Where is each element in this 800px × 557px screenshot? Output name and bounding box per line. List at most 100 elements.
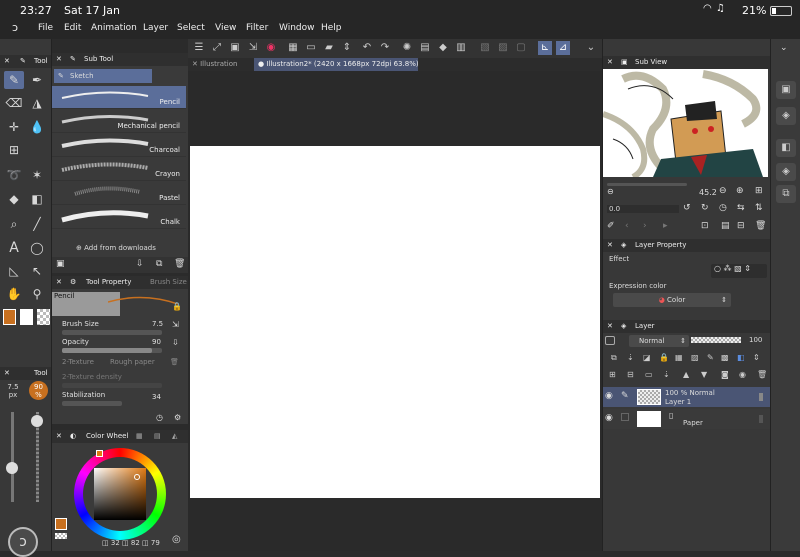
stepper-icon[interactable]: ⇕	[340, 41, 354, 55]
next-icon[interactable]: ›	[643, 221, 647, 231]
menu-icon[interactable]: ☰	[192, 41, 206, 55]
layer-row-paper[interactable]: ◉ ▯ Paper	[603, 409, 770, 429]
redo-icon[interactable]: ↷	[378, 41, 392, 55]
effect-buttons[interactable]: ○ ⁂ ▧ ⇕	[711, 264, 767, 278]
new-folder-icon[interactable]: ▭	[645, 370, 653, 379]
panel-close-icon[interactable]: ✕	[4, 369, 10, 377]
hand-icon[interactable]: ✋	[4, 285, 24, 303]
layer-mode-icon[interactable]	[605, 336, 615, 345]
panel-close-icon[interactable]: ✕	[607, 58, 613, 66]
transparent-swatch[interactable]	[55, 533, 67, 539]
subtool-menu-icon[interactable]: ▣	[56, 259, 65, 269]
panel-close-icon[interactable]: ✕	[607, 322, 613, 330]
size-slider-handle[interactable]	[6, 462, 18, 474]
layer-opacity-slider[interactable]	[691, 337, 741, 343]
more-icon[interactable]: ⇕	[753, 353, 760, 362]
checker-icon[interactable]: ▩	[721, 353, 729, 362]
menu-edit[interactable]: Edit	[64, 23, 81, 33]
opacity-indicator[interactable]: 90%	[29, 381, 48, 400]
zoom-out-icon[interactable]: ⊖	[607, 187, 614, 196]
export-icon[interactable]: ⇲	[246, 41, 260, 55]
frame-icon[interactable]: ◺	[4, 262, 24, 280]
brush-item[interactable]: Chalk	[52, 206, 186, 229]
move-down-icon[interactable]: ▼	[701, 370, 707, 379]
new-vector-icon[interactable]: ⊟	[627, 370, 634, 379]
sub-color-swatch[interactable]	[20, 309, 33, 325]
brush-size-indicator[interactable]: 7.5 px	[4, 383, 22, 399]
app-logo-icon[interactable]: ↄ	[12, 21, 18, 34]
reset-rotation-icon[interactable]: ◷	[719, 203, 727, 213]
menu-file[interactable]: File	[38, 23, 53, 33]
eyedropper-icon[interactable]: ✐	[607, 221, 615, 231]
tab-illustration2[interactable]: ● Illustration2* (2420 x 1668px 72dpi 63…	[254, 58, 418, 71]
brush-item[interactable]: Pencil	[52, 86, 186, 109]
reference-icon[interactable]: ◪	[643, 353, 651, 362]
navigator-dock-icon[interactable]: ◈	[776, 107, 796, 125]
flip-vertical-icon[interactable]: ⇅	[755, 203, 763, 213]
new-icon[interactable]: ▣	[228, 41, 242, 55]
ink-pen-icon[interactable]: ✒	[27, 71, 47, 89]
fit-view-icon[interactable]: ⊞	[755, 186, 763, 196]
zoom-icon[interactable]: ⌕	[4, 215, 24, 233]
color-history-tab[interactable]: ◭	[172, 430, 177, 443]
settings-icon[interactable]: ⚙	[174, 413, 181, 422]
new-raster-layer-icon[interactable]: ⧉	[611, 353, 617, 363]
color-slider-tab[interactable]: ▤	[154, 430, 161, 443]
panel-close-icon[interactable]: ✕	[56, 278, 62, 286]
eye-icon[interactable]: ◉	[605, 413, 613, 423]
line-icon[interactable]: ╱	[27, 215, 47, 233]
import-image-icon[interactable]: ⊡	[701, 221, 709, 231]
clip-icon[interactable]: ⇣	[627, 353, 634, 362]
layer-property-dock-icon[interactable]: ◧	[776, 139, 796, 157]
stack-dock-icon[interactable]: ⧉	[776, 185, 796, 203]
brush-item[interactable]: Pastel	[52, 182, 186, 205]
eraser-icon[interactable]: ⌫	[4, 94, 24, 112]
loading-icon[interactable]: ✺	[400, 41, 414, 55]
crop-icon[interactable]: ▥	[454, 41, 468, 55]
subview-angle[interactable]: 0.0	[607, 205, 679, 213]
mask-add-icon[interactable]: ◙	[721, 370, 729, 379]
brush-size-row[interactable]: Brush Size 7.5 ⇲	[52, 320, 186, 335]
move-up-icon[interactable]: ▲	[683, 370, 689, 379]
expression-color-select[interactable]: ◕ Color ⇕	[613, 293, 731, 307]
panel-close-icon[interactable]: ✕	[607, 241, 613, 249]
subview-dock-icon[interactable]: ▣	[776, 81, 796, 99]
menu-window[interactable]: Window	[279, 23, 315, 33]
perspective-icon[interactable]: ⊿	[556, 41, 570, 55]
drag-handle-icon[interactable]	[759, 415, 763, 423]
new-layer-icon[interactable]: ⊞	[609, 370, 616, 379]
opacity-slider-handle[interactable]	[31, 415, 43, 427]
subview-preview[interactable]	[603, 69, 768, 177]
size-slider-track[interactable]	[11, 412, 14, 502]
trash-icon[interactable]: 🗑	[170, 358, 179, 366]
lock-icon[interactable]: 🔒	[172, 302, 182, 311]
blend-icon[interactable]: 💧	[27, 118, 47, 136]
snap-icon[interactable]: ▨	[496, 41, 510, 55]
panel-close-icon[interactable]: ✕	[56, 55, 62, 63]
collapse-icon[interactable]: ⌄	[780, 43, 788, 53]
menu-view[interactable]: View	[215, 23, 236, 33]
main-color-swatch[interactable]	[3, 309, 16, 325]
fit-icon[interactable]: ⤢	[210, 41, 224, 55]
menu-help[interactable]: Help	[321, 23, 342, 33]
subtool-group-tab[interactable]: ✎ Sketch	[54, 69, 152, 83]
modifier-key-icon[interactable]: ↄ	[8, 527, 38, 557]
eyedropper-icon[interactable]: ⚲	[27, 285, 47, 303]
layer-row-layer1[interactable]: ◉ ✎ 100 % Normal Layer 1	[603, 387, 770, 407]
trash-icon[interactable]: 🗑	[174, 259, 185, 269]
add-from-downloads-button[interactable]: ⊕ Add from downloads	[76, 244, 156, 252]
transparent-lock-icon[interactable]: ▦	[675, 353, 683, 362]
transform-icon[interactable]: ▤	[418, 41, 432, 55]
menu-filter[interactable]: Filter	[246, 23, 268, 33]
navigation-icon[interactable]: ▸	[663, 221, 668, 231]
stabilization-slider[interactable]	[62, 401, 122, 406]
clock-icon[interactable]: ◷	[156, 413, 163, 422]
opacity-row[interactable]: Opacity 90 ⇩	[52, 338, 186, 353]
fill-icon[interactable]: ◆	[436, 41, 450, 55]
brush-item[interactable]: Charcoal	[52, 134, 186, 157]
trash-icon[interactable]: 🗑	[757, 370, 767, 379]
drag-handle-icon[interactable]	[759, 393, 763, 401]
draft-icon[interactable]: ✎	[707, 353, 714, 362]
trash-icon[interactable]: 🗑	[755, 221, 766, 231]
brush-item[interactable]: Crayon	[52, 158, 186, 181]
